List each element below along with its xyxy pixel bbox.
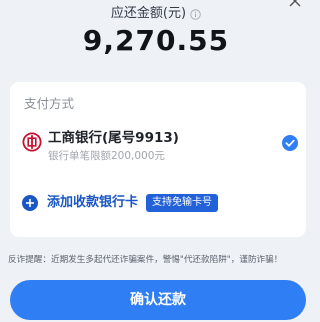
info-icon[interactable] [190,8,201,20]
amount-label: 应还金额(元) [110,6,187,21]
icbc-logo-icon [22,132,42,152]
plus-circle-icon[interactable] [22,195,38,211]
amount-value: 9,270.55 [82,24,230,57]
confirm-repayment-button[interactable]: 确认还款 [10,280,306,320]
check-circle-icon[interactable] [282,135,298,151]
payment-method-card: 支付方式 工商银行(尾号9913) 银行单笔限额200,000元 添加收款银行卡… [10,82,306,237]
add-bank-card-label[interactable]: 添加收款银行卡 [47,195,138,211]
bank-limit: 银行单笔限额200,000元 [48,150,165,162]
add-bank-card-row[interactable]: 添加收款银行卡 支持免输卡号 [22,192,298,214]
bank-name: 工商银行(尾号9913) [48,130,179,146]
amount-header: 应还金额(元) [0,2,312,22]
bank-account-option[interactable]: 工商银行(尾号9913) 银行单笔限额200,000元 [22,126,298,166]
amount-label-row: 应还金额(元) [111,6,201,22]
payment-method-title: 支付方式 [24,96,75,111]
anti-fraud-warning: 反诈提醒：近期发生多起代还诈骗案件，警惕"代还款陷阱"，谨防诈骗！ [8,255,283,265]
no-card-number-badge: 支持免输卡号 [146,194,219,212]
